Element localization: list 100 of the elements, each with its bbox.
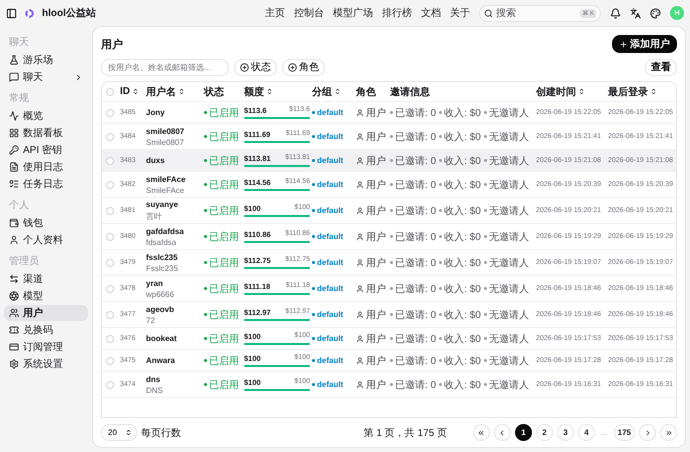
row-checkbox[interactable] — [106, 356, 114, 364]
row-checkbox[interactable] — [106, 310, 114, 318]
nav-link[interactable]: 排行榜 — [382, 6, 412, 20]
status-label: 已启用 — [204, 178, 244, 192]
filter-field[interactable]: 按用户名、姓名或邮箱筛选... — [101, 58, 229, 76]
username: ageovb — [146, 304, 176, 314]
group-label: default — [312, 258, 356, 267]
row-checkbox[interactable] — [106, 380, 114, 388]
user-icon — [356, 258, 364, 266]
double-chevron-left-icon — [477, 428, 486, 436]
sidebar-item-label: 模型 — [23, 290, 43, 303]
sidebar-item[interactable]: 兑换码 — [4, 322, 88, 338]
row-checkbox[interactable] — [106, 284, 114, 292]
select-all-checkbox[interactable] — [106, 88, 114, 96]
row-checkbox[interactable] — [106, 108, 114, 116]
username: smile0807 — [146, 126, 186, 136]
view-button[interactable]: 查看 — [645, 58, 677, 76]
document-icon — [9, 162, 19, 172]
user-icon — [356, 108, 364, 116]
user-icon — [356, 180, 364, 188]
chat-icon — [9, 72, 19, 82]
sidebar-item[interactable]: 概览 — [4, 108, 88, 124]
sidebar-item[interactable]: 渠道 — [4, 271, 88, 287]
filter-button[interactable]: 角色 — [282, 58, 325, 76]
invited-count: 已邀请: 0 — [390, 154, 436, 168]
circle-plus-icon — [288, 62, 297, 72]
page-button[interactable]: 2 — [536, 424, 553, 441]
page-button[interactable]: 4 — [578, 424, 595, 441]
row-checkbox[interactable] — [106, 258, 114, 266]
nav-link[interactable]: 主页 — [265, 6, 285, 20]
nav-link[interactable]: 控制台 — [294, 6, 324, 20]
row-checkbox[interactable] — [106, 180, 114, 188]
sidebar-item[interactable]: 聊天 — [4, 69, 88, 85]
next-page-button[interactable] — [639, 424, 656, 441]
page-button[interactable]: 175 — [614, 424, 635, 441]
group-label: default — [312, 232, 356, 241]
column-header[interactable]: 额度 — [244, 84, 312, 98]
username: yran — [146, 278, 164, 288]
group-label: default — [312, 356, 356, 365]
row-checkbox[interactable] — [106, 156, 114, 164]
sidebar-item[interactable]: 使用日志 — [4, 159, 88, 175]
sidebar-item[interactable]: API 密钥 — [4, 142, 88, 158]
sidebar-item[interactable]: 用户 — [4, 305, 88, 321]
column-header[interactable]: ID — [120, 86, 146, 97]
invite-income: 收入: $0 — [439, 230, 481, 244]
sidebar-item[interactable]: 订阅管理 — [4, 339, 88, 355]
sidebar-item[interactable]: 数据看板 — [4, 125, 88, 141]
status-label: 已启用 — [204, 204, 244, 218]
username: smileFAce — [146, 174, 187, 184]
username: fsslc235 — [146, 252, 179, 262]
page-button[interactable]: 1 — [514, 424, 532, 441]
username: dns — [146, 374, 162, 384]
row-checkbox[interactable] — [106, 206, 114, 214]
logo-icon — [25, 8, 34, 18]
sidebar-item-label: 渠道 — [23, 272, 43, 286]
invited-count: 已邀请: 0 — [390, 130, 436, 144]
inviter-label: 无邀请人 — [484, 106, 529, 120]
status-label: 已启用 — [204, 282, 244, 296]
user-icon — [9, 235, 19, 245]
nav-link[interactable]: 模型广场 — [333, 6, 373, 20]
column-header[interactable]: 最后登录 — [608, 84, 676, 98]
invite-income: 收入: $0 — [439, 130, 481, 144]
status-label: 已启用 — [204, 378, 244, 392]
column-header[interactable]: 分组 — [312, 84, 356, 98]
first-page-button[interactable] — [472, 424, 490, 441]
column-header[interactable]: 创建时间 — [536, 84, 608, 98]
group-label: default — [312, 334, 356, 343]
role-label: 用户 — [356, 354, 390, 368]
search-input[interactable]: 搜索 — [496, 8, 566, 18]
sidebar-item[interactable]: 模型 — [4, 288, 88, 304]
display-name: Fsslc235 — [146, 264, 180, 272]
page-size-select[interactable]: 20 — [101, 424, 137, 441]
username: gafdafdsa — [146, 226, 185, 236]
page-size-label: 每页行数 — [140, 426, 181, 440]
row-checkbox[interactable] — [106, 232, 114, 240]
user-icon — [356, 156, 364, 164]
sidebar-item-label: 个人资料 — [23, 234, 63, 247]
status-label: 已启用 — [204, 256, 244, 270]
sidebar-item[interactable]: 个人资料 — [4, 232, 88, 248]
page-button[interactable]: 3 — [556, 424, 574, 441]
nav-link[interactable]: 文档 — [421, 6, 441, 20]
filter-button[interactable]: 状态 — [234, 58, 277, 76]
sidebar-item-label: 钱包 — [23, 217, 43, 230]
column-header: 邀请信息 — [390, 86, 431, 98]
nav-link[interactable]: 关于 — [450, 6, 470, 20]
previous-page-button[interactable] — [494, 424, 511, 441]
last-page-button[interactable] — [660, 424, 677, 441]
add-user-button[interactable]: 添加用户 — [612, 35, 677, 53]
sidebar-item-label: 用户 — [23, 306, 43, 320]
invited-count: 已邀请: 0 — [390, 354, 436, 368]
row-checkbox[interactable] — [106, 334, 114, 342]
sidebar-item[interactable]: 游乐场 — [4, 52, 88, 68]
page-info: 第 1 页，共 175 页 — [364, 426, 447, 440]
sidebar-item[interactable]: 钱包 — [4, 215, 88, 231]
sidebar-section-title: 个人 — [8, 199, 30, 213]
sidebar-item[interactable]: 任务日志 — [4, 176, 88, 192]
sidebar-item-label: 游乐场 — [23, 54, 53, 67]
row-checkbox[interactable] — [106, 132, 114, 140]
column-header[interactable]: 用户名 — [146, 84, 204, 98]
sidebar-item[interactable]: 系统设置 — [4, 356, 88, 372]
